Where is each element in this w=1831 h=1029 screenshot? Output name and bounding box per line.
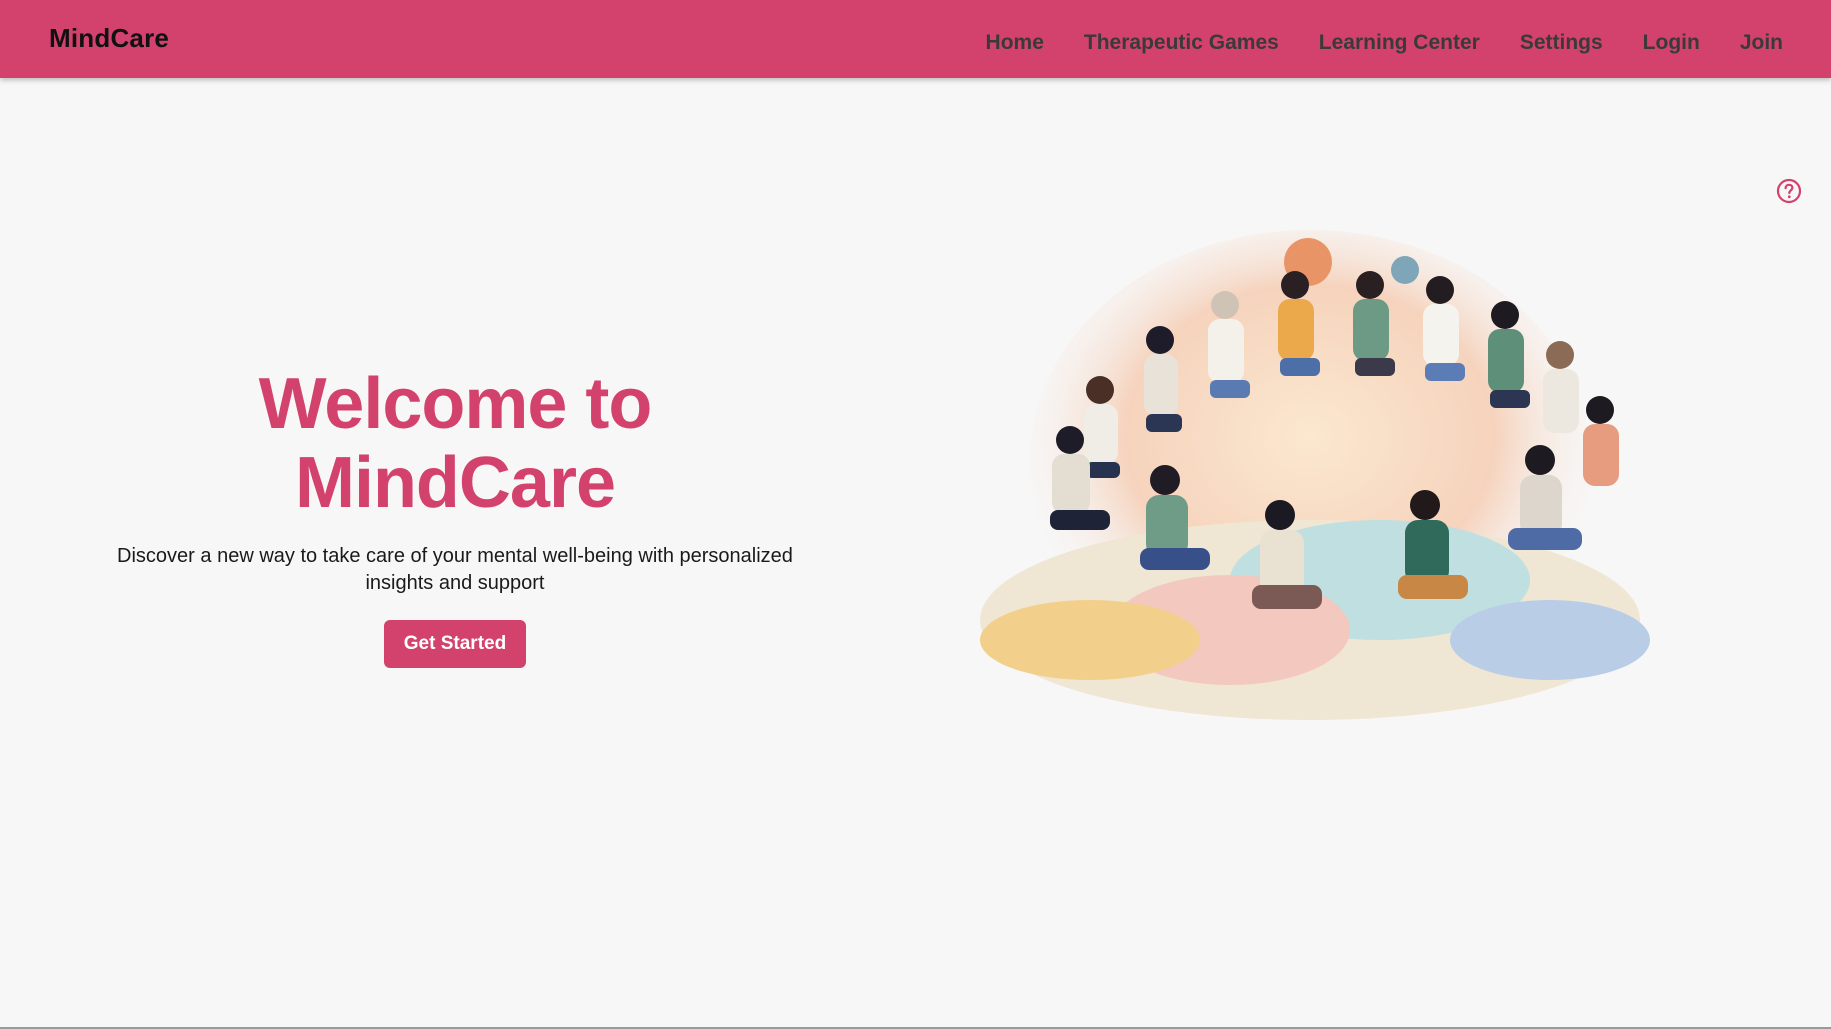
nav-settings[interactable]: Settings (1520, 31, 1603, 55)
nav-learning-center[interactable]: Learning Center (1319, 31, 1480, 55)
hero-subtitle: Discover a new way to take care of your … (117, 545, 793, 595)
nav-home[interactable]: Home (986, 31, 1044, 55)
hero-section: Welcome to MindCare Discover a new way t… (95, 364, 815, 669)
top-navbar: MindCare Home Therapeutic Games Learning… (0, 0, 1831, 78)
help-circle-icon[interactable] (1776, 178, 1802, 204)
nav-therapeutic-games[interactable]: Therapeutic Games (1084, 31, 1279, 55)
group-therapy-illustration (980, 230, 1650, 720)
hero-title: Welcome to MindCare (258, 364, 653, 524)
nav-join[interactable]: Join (1740, 31, 1783, 55)
nav-links: Home Therapeutic Games Learning Center S… (986, 31, 1783, 55)
nav-login[interactable]: Login (1643, 31, 1700, 55)
brand-logo[interactable]: MindCare (49, 23, 169, 54)
get-started-button[interactable]: Get Started (383, 620, 527, 669)
